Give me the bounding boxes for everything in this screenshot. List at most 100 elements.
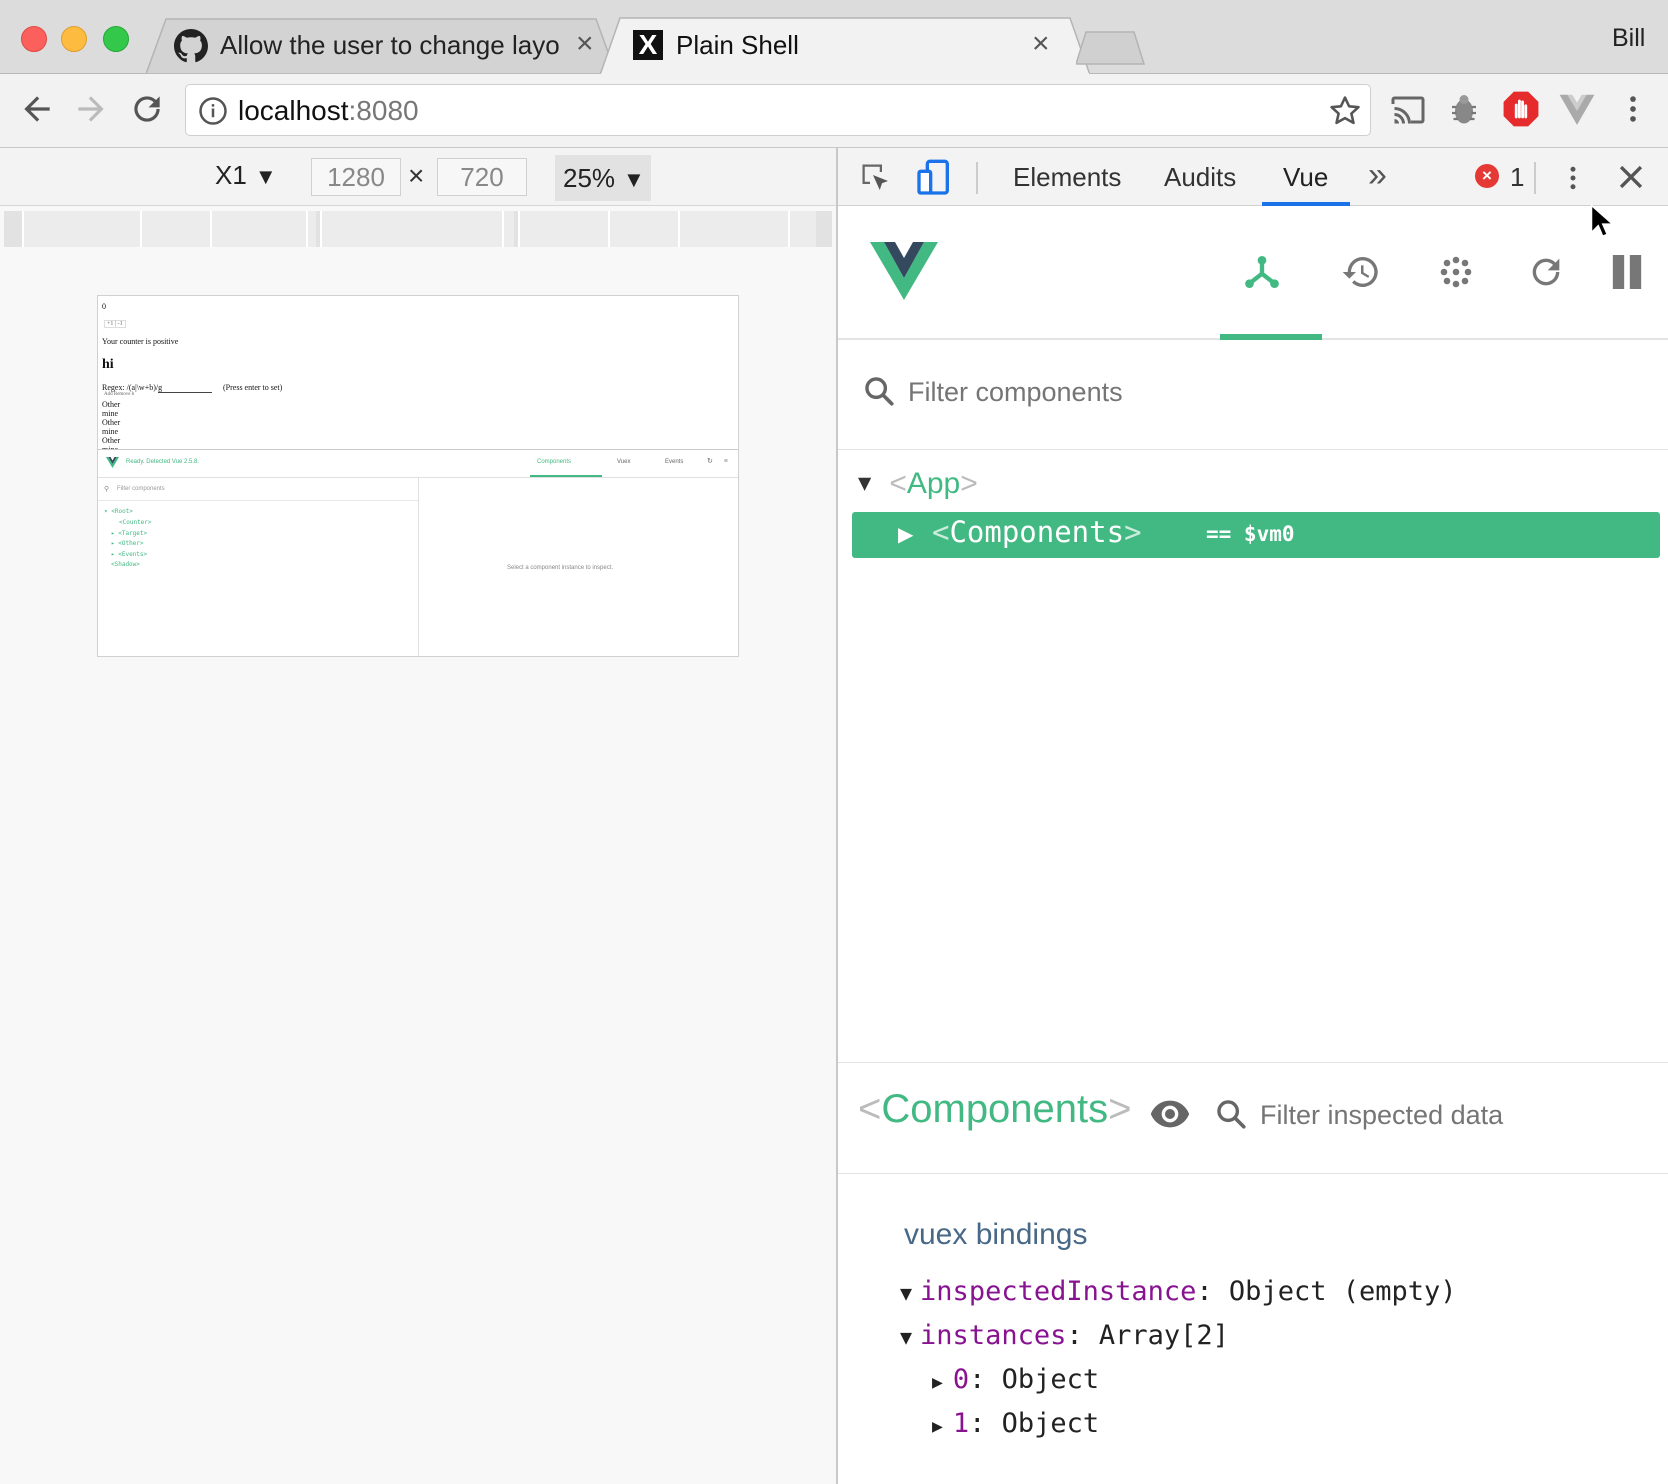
bookmark-star-icon[interactable]: [1328, 94, 1362, 133]
error-icon[interactable]: ×: [1475, 164, 1499, 188]
mini-tab-events[interactable]: Events: [665, 459, 683, 465]
filter-inspected-data-input[interactable]: [1258, 1093, 1658, 1137]
eye-icon[interactable]: [1150, 1099, 1190, 1134]
url-text: localhost:8080: [238, 95, 419, 127]
tree-node-label: <App>: [889, 467, 977, 500]
info-icon[interactable]: [198, 96, 228, 131]
minimize-window-button[interactable]: [61, 26, 87, 52]
device-height-input[interactable]: 720: [437, 158, 527, 196]
ruler-segment[interactable]: [518, 211, 608, 247]
close-tab-icon[interactable]: ×: [576, 27, 594, 61]
zoom-value: 25%: [563, 163, 616, 193]
tab-vue[interactable]: Vue: [1283, 162, 1328, 193]
vue-devtools-extension-icon[interactable]: [1558, 90, 1596, 133]
ruler-segment[interactable]: [306, 211, 316, 247]
inspect-element-icon[interactable]: [858, 160, 894, 201]
ruler-segment[interactable]: [502, 211, 514, 247]
tree-node-app[interactable]: ▼ <App>: [858, 464, 978, 504]
device-emulation-viewport: X1 ▼ 1280 × 720 25% ▼ 0 +1 | -1 Your count…: [0, 148, 836, 1484]
search-icon: [1214, 1097, 1248, 1136]
pause-icon[interactable]: [1610, 252, 1644, 297]
device-width-input[interactable]: 1280: [311, 158, 401, 196]
vuex-history-icon[interactable]: [1340, 252, 1382, 297]
close-devtools-icon[interactable]: [1614, 160, 1648, 199]
data-row[interactable]: ▼ instances: Array[2]: [900, 1318, 1229, 1355]
mini-regex-input[interactable]: [158, 392, 212, 393]
close-tab-icon[interactable]: ×: [1032, 27, 1050, 61]
profile-name[interactable]: Bill: [1612, 24, 1645, 53]
ruler-segment[interactable]: [608, 211, 678, 247]
close-window-button[interactable]: [21, 26, 47, 52]
zoom-window-button[interactable]: [103, 26, 129, 52]
cast-icon[interactable]: [1390, 92, 1426, 133]
reload-icon[interactable]: [128, 90, 166, 133]
tab-github[interactable]: Allow the user to change layou ×: [146, 17, 616, 74]
new-tab-button[interactable]: [1074, 30, 1146, 66]
ruler-segment[interactable]: [22, 211, 140, 247]
expanded-arrow-icon[interactable]: ▼: [900, 1325, 912, 1349]
mini-tree-root[interactable]: ▾ <Root>: [104, 508, 133, 515]
tab-audits[interactable]: Audits: [1164, 162, 1236, 193]
mini-tree-node[interactable]: ▸ <Other>: [111, 540, 144, 547]
device-select[interactable]: X1 ▼: [215, 160, 277, 191]
collapsed-arrow-icon[interactable]: ▶: [932, 1416, 943, 1437]
mini-tree-node[interactable]: ▸ <Target>: [111, 530, 147, 537]
adblock-icon[interactable]: [1502, 90, 1540, 133]
mini-tab-vuex[interactable]: Vuex: [617, 459, 630, 465]
devtools-panel: Elements Audits Vue » × 1 Filter compone…: [836, 148, 1668, 1484]
address-bar[interactable]: localhost:8080: [185, 84, 1371, 136]
chrome-menu-icon[interactable]: [1616, 90, 1650, 133]
back-arrow-icon[interactable]: [18, 90, 56, 133]
media-query-ruler[interactable]: [4, 211, 832, 247]
toolbar-divider: [976, 162, 978, 194]
ruler-segment[interactable]: [140, 211, 210, 247]
filter-components-input[interactable]: [906, 370, 1606, 414]
emulated-page-preview[interactable]: 0 +1 | -1 Your counter is positive hi Re…: [97, 295, 739, 657]
mini-tree-node[interactable]: <Counter>: [119, 519, 152, 526]
expanded-arrow-icon[interactable]: ▼: [858, 471, 871, 496]
data-value: Object (empty): [1228, 1276, 1457, 1307]
forward-arrow-icon[interactable]: [72, 90, 110, 133]
collapsed-arrow-icon[interactable]: ▶: [932, 1372, 943, 1393]
error-count[interactable]: 1: [1510, 162, 1524, 193]
mini-tree-node[interactable]: <Shadow>: [111, 561, 140, 568]
tag-bracket: <: [889, 467, 907, 500]
ruler-segment[interactable]: [210, 211, 306, 247]
tab-elements[interactable]: Elements: [1013, 162, 1121, 193]
mini-list-item: Other: [102, 418, 121, 427]
events-tab-icon[interactable]: [1438, 254, 1474, 295]
inspector-body: vuex bindings ▼ inspectedInstance: Object…: [838, 1174, 1668, 1484]
tree-node-components-selected[interactable]: ▶ <Components> == $vm0: [852, 512, 1660, 558]
zoom-select[interactable]: 25% ▼: [555, 155, 651, 201]
tag-bracket: >: [1108, 1087, 1132, 1131]
mini-filter-input[interactable]: Filter components: [117, 486, 165, 492]
expanded-arrow-icon[interactable]: ▼: [900, 1281, 912, 1305]
mini-refresh-icon[interactable]: ↻: [707, 457, 713, 465]
collapsed-arrow-icon[interactable]: ▶: [898, 522, 913, 547]
bug-extension-icon[interactable]: [1446, 92, 1482, 133]
ruler-segment[interactable]: [788, 211, 816, 247]
section-title: vuex bindings: [904, 1218, 1088, 1251]
mini-counter-buttons[interactable]: +1 | -1: [104, 320, 126, 328]
data-row[interactable]: ▶ 0: Object: [932, 1362, 1099, 1401]
mini-menu-icon[interactable]: ≡: [724, 457, 728, 465]
data-key: 1: [952, 1408, 970, 1439]
tab-plain-shell[interactable]: X Plain Shell ×: [600, 17, 1090, 75]
more-tabs-icon[interactable]: »: [1368, 156, 1387, 195]
mini-divider: [98, 500, 418, 501]
ruler-segment[interactable]: [678, 211, 788, 247]
device-toggle-icon[interactable]: [914, 158, 954, 203]
mini-list-item: Other: [102, 400, 121, 409]
components-tab-icon[interactable]: [1242, 252, 1282, 297]
tag-bracket: >: [1124, 515, 1142, 549]
refresh-icon[interactable]: [1526, 252, 1566, 297]
data-row[interactable]: ▶ 1: Object: [932, 1406, 1099, 1445]
mini-add-remove[interactable]: Add Remove h: [104, 392, 134, 397]
data-row[interactable]: ▼ inspectedInstance: Object (empty): [900, 1274, 1457, 1311]
mini-tab-components[interactable]: Components: [537, 459, 571, 465]
inspector-header: <Components>: [838, 1062, 1668, 1174]
mini-heading: hi: [102, 357, 114, 372]
mini-tree-node[interactable]: ▸ <Events>: [111, 551, 147, 558]
devtools-menu-icon[interactable]: [1558, 160, 1588, 201]
ruler-segment[interactable]: [320, 211, 502, 247]
